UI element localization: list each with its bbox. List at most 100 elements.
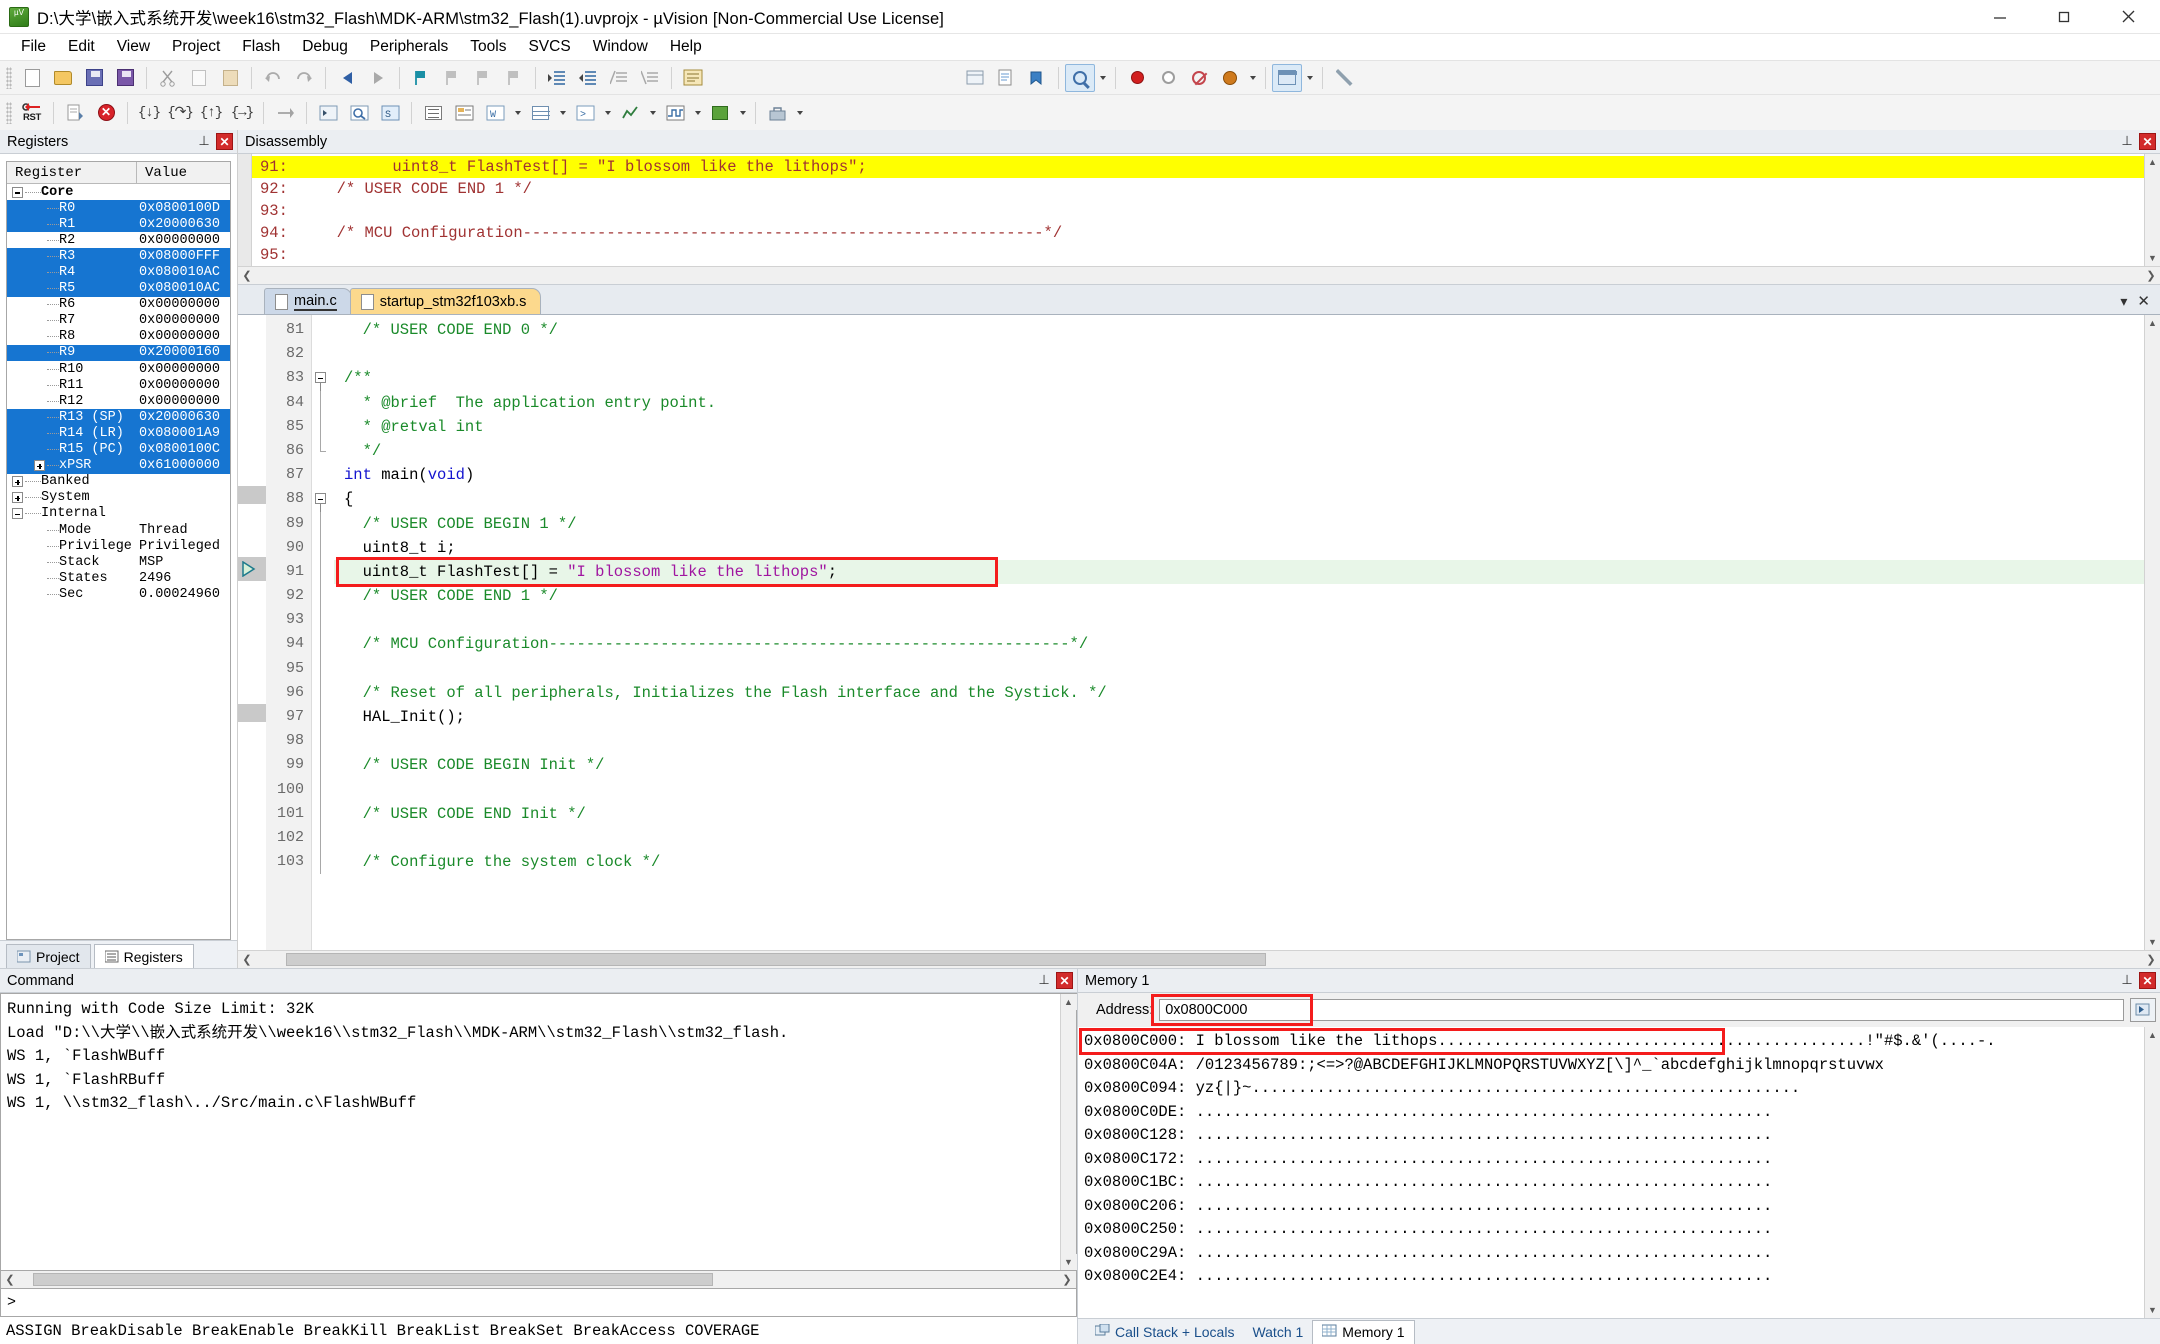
new-file-icon[interactable] [17, 64, 47, 92]
register-row[interactable]: R30x08000FFF [7, 248, 230, 264]
menu-debug[interactable]: Debug [291, 36, 359, 58]
column-header-register[interactable]: Register [7, 162, 137, 183]
bookmark-blue-icon[interactable] [1022, 64, 1052, 92]
tab-main-c[interactable]: main.c [264, 288, 352, 314]
scroll-right-icon[interactable]: ❯ [1058, 1271, 1076, 1289]
editor-line[interactable]: /* Configure the system clock */ [334, 850, 2144, 874]
outdent-icon[interactable] [573, 64, 603, 92]
run-icon[interactable] [60, 99, 90, 127]
close-icon[interactable]: ✕ [216, 133, 233, 150]
tab-call-stack-locals[interactable]: Call Stack + Locals [1086, 1320, 1243, 1344]
tab-watch-1[interactable]: Watch 1 [1243, 1320, 1312, 1344]
marker-cell[interactable] [238, 678, 266, 702]
editor-line[interactable]: */ [334, 439, 2144, 463]
editor-hscrollbar[interactable]: ❮ ❯ [238, 950, 2160, 968]
wrench-icon[interactable] [1329, 64, 1359, 92]
tab-project[interactable]: Project [6, 944, 91, 968]
menu-window[interactable]: Window [582, 36, 659, 58]
marker-cell[interactable] [238, 726, 266, 750]
memory-row[interactable]: 0x0800C1BC: ............................… [1084, 1171, 2144, 1195]
marker-cell[interactable] [238, 436, 266, 460]
disassembly-line[interactable]: 92: /* USER CODE END 1 */ [252, 178, 2144, 200]
reset-cpu-icon[interactable]: RST [17, 99, 47, 127]
close-icon[interactable]: ✕ [2139, 133, 2156, 150]
register-row[interactable]: Internal [7, 506, 230, 522]
editor-minimize-chevron-down-icon[interactable]: ▾ [2120, 293, 2127, 310]
command-input[interactable]: > [0, 1289, 1077, 1317]
disassembly-line[interactable]: 91: uint8_t FlashTest[] = "I blossom lik… [252, 156, 2144, 178]
editor-line[interactable] [334, 342, 2144, 366]
indent-icon[interactable] [542, 64, 572, 92]
memory-vscrollbar[interactable]: ▲ ▼ [2144, 1027, 2160, 1318]
find-dropdown-chevron-down-icon[interactable] [1096, 64, 1109, 92]
scroll-left-icon[interactable]: ❮ [238, 951, 256, 969]
marker-cell[interactable] [238, 654, 266, 678]
memory-row[interactable]: 0x0800C04A: /0123456789:;<=>?@ABCDEFGHIJ… [1084, 1054, 2144, 1078]
toolbox-icon[interactable] [762, 99, 792, 127]
editor-line[interactable] [334, 657, 2144, 681]
editor-fold-margin[interactable] [312, 315, 334, 950]
command-output-text[interactable]: Running with Code Size Limit: 32KLoad "D… [1, 994, 1060, 1270]
marker-cell[interactable] [238, 847, 266, 871]
navigate-forward-icon[interactable] [363, 64, 393, 92]
memory-dump[interactable]: 0x0800C000: I blossom like the lithops..… [1078, 1027, 2144, 1318]
editor-line[interactable] [334, 826, 2144, 850]
registers-tree[interactable]: CoreR00x0800100DR10x20000630R20x00000000… [7, 184, 230, 939]
editor-line[interactable]: uint8_t FlashTest[] = "I blossom like th… [334, 560, 2144, 584]
register-row[interactable]: R90x20000160 [7, 345, 230, 361]
system-viewer-icon[interactable] [705, 99, 735, 127]
register-row[interactable]: ModeThread [7, 522, 230, 538]
editor-line[interactable] [334, 729, 2144, 753]
breakpoint-disable-all-icon[interactable] [1184, 64, 1214, 92]
editor-line[interactable]: int main(void) [334, 463, 2144, 487]
editor-line[interactable] [334, 778, 2144, 802]
cut-icon[interactable] [153, 64, 183, 92]
scroll-left-icon[interactable]: ❮ [238, 267, 256, 285]
redo-icon[interactable] [289, 64, 319, 92]
disassembly-line[interactable]: 94: /* MCU Configuration----------------… [252, 222, 2144, 244]
menu-view[interactable]: View [106, 36, 161, 58]
scroll-down-icon[interactable]: ▼ [2145, 250, 2160, 266]
bookmark-prev-icon[interactable] [437, 64, 467, 92]
fold-cell[interactable] [312, 487, 334, 511]
watch-chevron-down-icon[interactable] [511, 99, 524, 127]
pin-icon[interactable]: ⊥ [1037, 973, 1051, 989]
editor-line[interactable]: /* USER CODE BEGIN 1 */ [334, 512, 2144, 536]
register-row[interactable]: System [7, 490, 230, 506]
marker-cell[interactable] [238, 363, 266, 387]
minimize-button[interactable] [1968, 0, 2032, 34]
marker-cell[interactable] [238, 339, 266, 363]
register-row[interactable]: R80x00000000 [7, 329, 230, 345]
fold-collapse-icon[interactable] [315, 493, 326, 504]
editor-line[interactable]: * @brief The application entry point. [334, 391, 2144, 415]
menu-tools[interactable]: Tools [459, 36, 517, 58]
marker-cell[interactable] [238, 460, 266, 484]
breakpoint-icon[interactable] [1122, 64, 1152, 92]
editor-line[interactable]: uint8_t i; [334, 536, 2144, 560]
tab-memory-1[interactable]: Memory 1 [1312, 1320, 1414, 1344]
memory-row[interactable]: 0x0800C172: ............................… [1084, 1148, 2144, 1172]
disassembly-lines[interactable]: 91: uint8_t FlashTest[] = "I blossom lik… [252, 154, 2144, 266]
system-viewer-chevron-down-icon[interactable] [736, 99, 749, 127]
marker-cell[interactable] [238, 750, 266, 774]
command-hscrollbar[interactable]: ❮ ❯ [0, 1271, 1077, 1289]
menu-peripherals[interactable]: Peripherals [359, 36, 459, 58]
scroll-right-icon[interactable]: ❯ [2142, 951, 2160, 969]
serial-windows-icon[interactable]: > [570, 99, 600, 127]
bookmark-next-icon[interactable] [468, 64, 498, 92]
register-row[interactable]: PrivilegePrivileged [7, 538, 230, 554]
register-row[interactable]: R100x00000000 [7, 361, 230, 377]
step-out-icon[interactable]: {↑} [196, 99, 226, 127]
register-row[interactable]: R13 (SP)0x20000630 [7, 409, 230, 425]
find-icon[interactable] [1065, 64, 1095, 92]
marker-cell[interactable] [238, 605, 266, 629]
marker-cell[interactable] [238, 484, 266, 508]
marker-cell[interactable] [238, 533, 266, 557]
register-row[interactable]: R15 (PC)0x0800100C [7, 442, 230, 458]
editor-line[interactable]: HAL_Init(); [334, 705, 2144, 729]
stop-icon[interactable]: ✕ [91, 99, 121, 127]
register-row[interactable]: StackMSP [7, 554, 230, 570]
command-vscrollbar[interactable]: ▲ ▼ [1060, 994, 1076, 1270]
bookmark-clear-icon[interactable] [499, 64, 529, 92]
memory-windows-icon[interactable] [525, 99, 555, 127]
